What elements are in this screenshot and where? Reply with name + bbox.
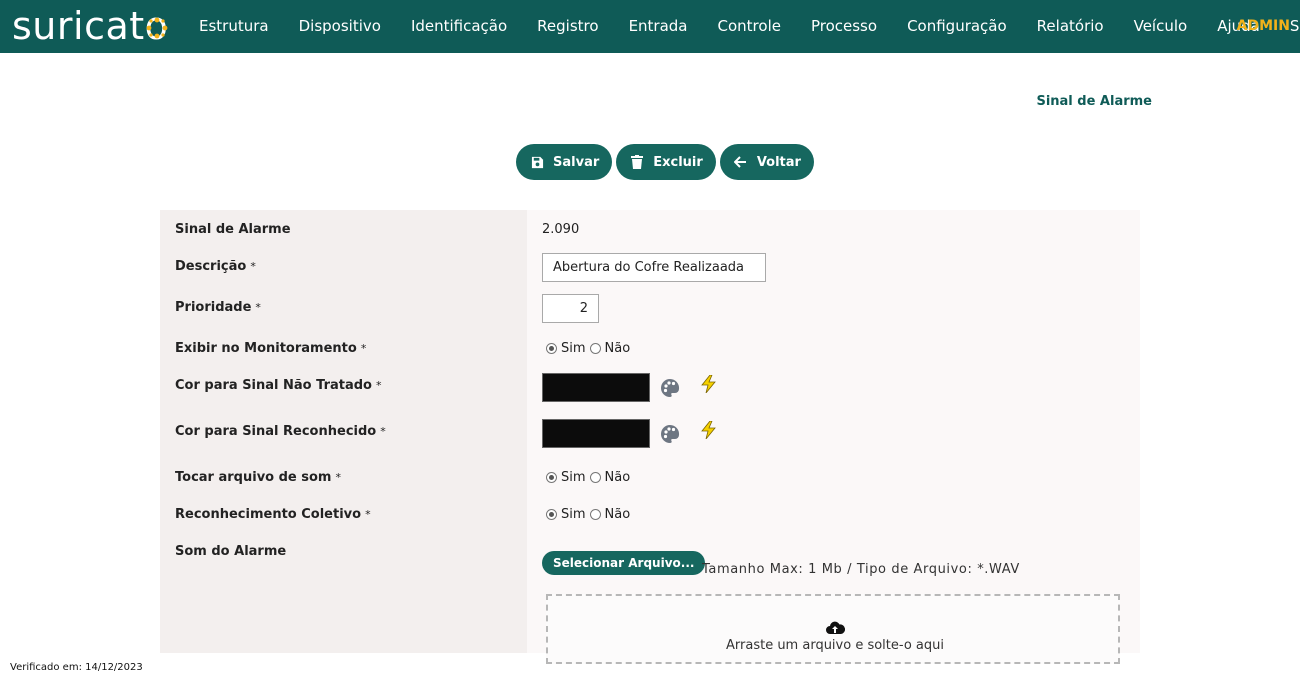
- reconhecimento-label-text: Reconhecimento Coletivo: [175, 507, 362, 522]
- nav-identificacao[interactable]: Identificação: [396, 0, 522, 53]
- prioridade-label-text: Prioridade: [175, 300, 252, 315]
- user-menu-admin[interactable]: ADMIN: [1237, 0, 1290, 53]
- cloud-upload-icon: [826, 621, 845, 634]
- delete-button[interactable]: Excluir: [616, 144, 716, 180]
- palette-icon[interactable]: [660, 378, 680, 398]
- descricao-input[interactable]: [542, 253, 766, 282]
- reconhecimento-radio-group: Sim Não: [546, 507, 634, 522]
- tocar-som-sim-radio[interactable]: [546, 472, 557, 483]
- reconhecimento-nao-radio[interactable]: [589, 509, 601, 520]
- page-title: Sinal de Alarme: [1036, 94, 1152, 109]
- nav-entrada[interactable]: Entrada: [614, 0, 703, 53]
- exibir-nao-radio[interactable]: [589, 343, 601, 354]
- cor-nao-tratado-label-text: Cor para Sinal Não Tratado: [175, 378, 372, 393]
- file-dropzone[interactable]: Arraste um arquivo e solte-o aqui: [546, 594, 1120, 664]
- cor-reconhecido-swatch[interactable]: [542, 419, 650, 448]
- tocar-som-nao-label[interactable]: Não: [605, 470, 631, 485]
- palette-icon[interactable]: [660, 424, 680, 444]
- reconhecimento-label: Reconhecimento Coletivo *: [175, 507, 371, 522]
- exibir-label-text: Exibir no Monitoramento: [175, 341, 357, 356]
- form-panel: Sinal de Alarme 2.090 Descrição* Priorid…: [160, 210, 1140, 664]
- save-button-label: Salvar: [553, 154, 600, 170]
- nav-estrutura[interactable]: Estrutura: [184, 0, 284, 53]
- sinal-label: Sinal de Alarme: [175, 222, 291, 237]
- required-mark: *: [335, 471, 341, 484]
- lightning-bolt-icon[interactable]: [701, 421, 717, 439]
- exibir-radio-group: Sim Não: [546, 341, 634, 356]
- exibir-sim-label[interactable]: Sim: [561, 341, 586, 356]
- prioridade-label: Prioridade *: [175, 300, 261, 315]
- logo-dots-icon: [146, 17, 168, 39]
- required-mark: *: [360, 342, 367, 355]
- descricao-label: Descrição *: [175, 259, 256, 274]
- tocar-som-sim-label[interactable]: Sim: [561, 470, 586, 485]
- required-mark: *: [375, 379, 382, 392]
- exibir-sim-radio[interactable]: [546, 343, 557, 354]
- tocar-som-radio-group: Sim Não: [546, 470, 634, 485]
- dropzone-text: Arraste um arquivo e solte-o aqui: [726, 638, 944, 653]
- cor-nao-tratado-swatch[interactable]: [542, 373, 650, 402]
- sinal-value: 2.090: [542, 222, 580, 237]
- select-file-button[interactable]: Selecionar Arquivo...: [542, 551, 706, 575]
- required-mark: *: [365, 508, 371, 521]
- required-mark: *: [250, 260, 256, 273]
- exibir-label: Exibir no Monitoramento *: [175, 341, 366, 356]
- main-menu: Estrutura Dispositivo Identificação Regi…: [184, 0, 1300, 53]
- cor-reconhecido-label: Cor para Sinal Reconhecido *: [175, 424, 386, 439]
- cor-nao-tratado-label: Cor para Sinal Não Tratado *: [175, 378, 381, 393]
- reconhecimento-sim-radio[interactable]: [546, 509, 557, 520]
- required-mark: *: [380, 425, 386, 438]
- tocar-som-nao-radio[interactable]: [589, 472, 601, 483]
- lightning-bolt-icon[interactable]: [701, 375, 717, 393]
- nav-registro[interactable]: Registro: [522, 0, 613, 53]
- action-toolbar: Salvar Excluir Voltar: [516, 144, 814, 180]
- nav-controle[interactable]: Controle: [703, 0, 796, 53]
- descricao-label-text: Descrição: [175, 259, 247, 274]
- delete-button-label: Excluir: [653, 154, 703, 170]
- back-button-label: Voltar: [756, 154, 801, 170]
- reconhecimento-nao-label[interactable]: Não: [605, 507, 631, 522]
- trash-icon: [629, 154, 645, 170]
- nav-configuracao[interactable]: Configuração: [892, 0, 1022, 53]
- exibir-nao-label[interactable]: Não: [605, 341, 631, 356]
- required-mark: *: [255, 301, 261, 314]
- top-navbar: suricato Estrutura Dispositivo Identific…: [0, 0, 1300, 53]
- som-label-text: Som do Alarme: [175, 544, 287, 559]
- nav-dispositivo[interactable]: Dispositivo: [284, 0, 396, 53]
- arrow-left-icon: [733, 154, 749, 170]
- tocar-som-label-text: Tocar arquivo de som: [175, 470, 332, 485]
- back-button[interactable]: Voltar: [719, 144, 814, 180]
- nav-veiculo[interactable]: Veículo: [1119, 0, 1203, 53]
- save-button[interactable]: Salvar: [516, 144, 613, 180]
- file-size-hint: Tamanho Max: 1 Mb / Tipo de Arquivo: *.W…: [702, 562, 1020, 577]
- floppy-disk-icon: [529, 154, 545, 170]
- nav-processo[interactable]: Processo: [796, 0, 892, 53]
- som-label: Som do Alarme: [175, 544, 286, 559]
- nav-relatorio[interactable]: Relatório: [1022, 0, 1119, 53]
- tocar-som-label: Tocar arquivo de som *: [175, 470, 341, 485]
- reconhecimento-sim-label[interactable]: Sim: [561, 507, 586, 522]
- prioridade-input[interactable]: [542, 294, 599, 323]
- cor-reconhecido-label-text: Cor para Sinal Reconhecido: [175, 424, 377, 439]
- sinal-label-text: Sinal de Alarme: [175, 222, 291, 237]
- verified-date: Verificado em: 14/12/2023: [10, 662, 143, 673]
